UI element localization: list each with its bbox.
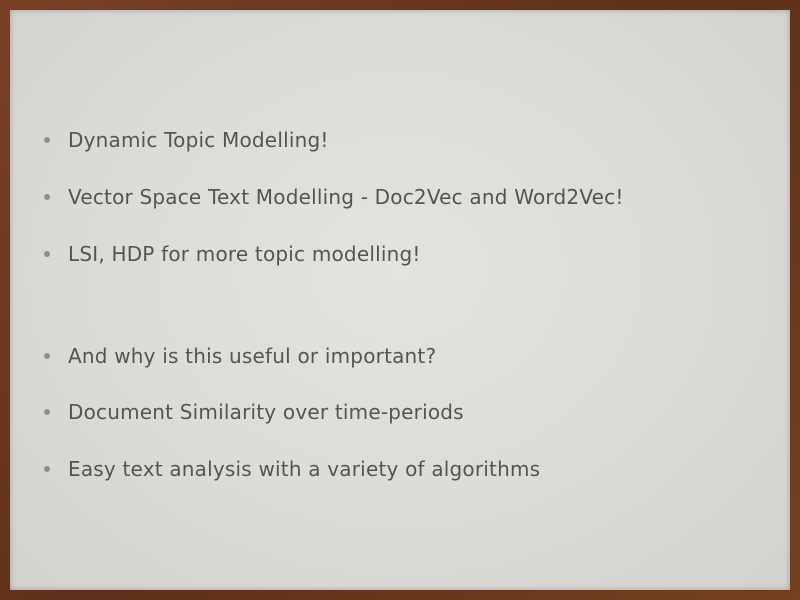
bullet-dot-icon <box>44 251 50 257</box>
bullet-dot-icon <box>44 409 50 415</box>
bullet-text: LSI, HDP for more topic modelling! <box>68 242 421 266</box>
bullet-list: Dynamic Topic Modelling! Vector Space Te… <box>10 10 790 590</box>
bullet-text: And why is this useful or important? <box>68 344 437 368</box>
bullet-text: Dynamic Topic Modelling! <box>68 128 329 152</box>
slide-canvas: Dynamic Topic Modelling! Vector Space Te… <box>10 10 790 590</box>
bullet-text: Easy text analysis with a variety of alg… <box>68 457 541 481</box>
bullet-dot-icon <box>44 194 50 200</box>
bullet-text: Vector Space Text Modelling - Doc2Vec an… <box>68 185 624 209</box>
bullet-dot-icon <box>44 466 50 472</box>
bullet-item: Vector Space Text Modelling - Doc2Vec an… <box>44 185 624 209</box>
slide-frame: Dynamic Topic Modelling! Vector Space Te… <box>0 0 800 600</box>
bullet-item: LSI, HDP for more topic modelling! <box>44 242 421 266</box>
bullet-item: Easy text analysis with a variety of alg… <box>44 457 540 481</box>
bullet-text: Document Similarity over time-periods <box>68 400 464 424</box>
bullet-dot-icon <box>44 137 50 143</box>
bullet-item: Document Similarity over time-periods <box>44 400 464 424</box>
bullet-item: And why is this useful or important? <box>44 344 436 368</box>
bullet-dot-icon <box>44 353 50 359</box>
bullet-item: Dynamic Topic Modelling! <box>44 128 329 152</box>
